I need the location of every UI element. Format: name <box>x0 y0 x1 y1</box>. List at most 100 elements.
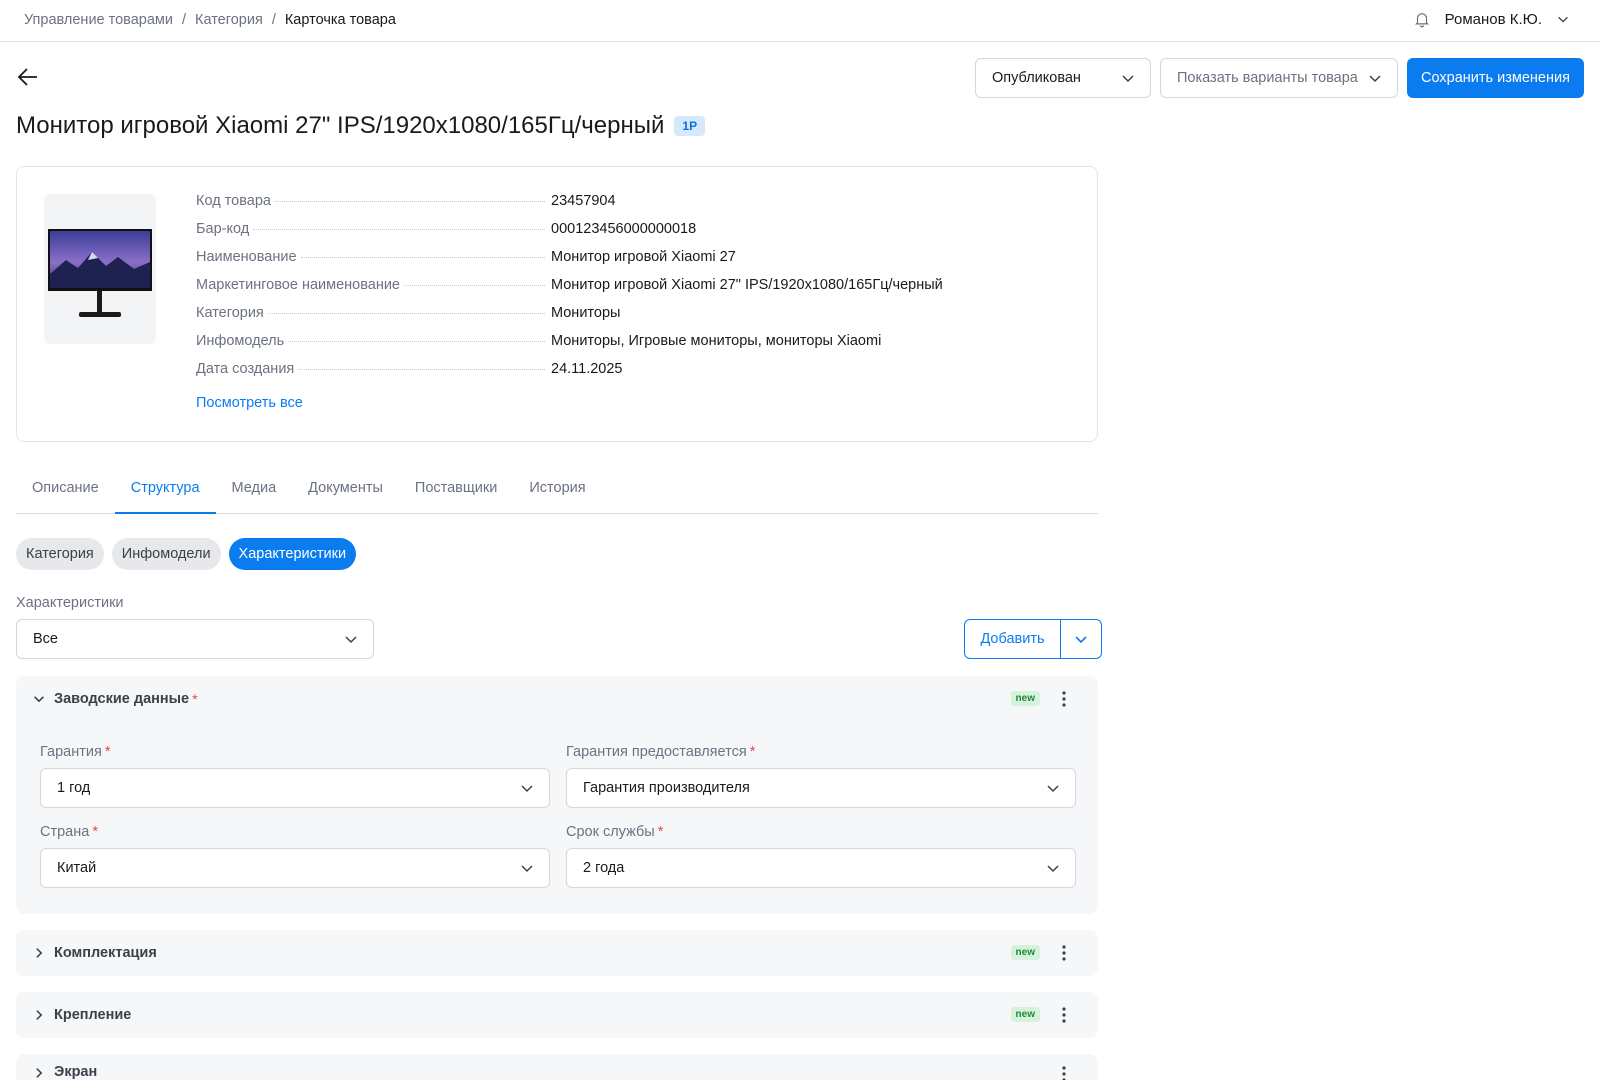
section-header[interactable]: Заводские данные * new <box>16 676 1098 722</box>
characteristics-filter-value: Все <box>33 631 58 647</box>
variants-select-label: Показать варианты товара <box>1177 70 1358 86</box>
country-select[interactable]: Китай <box>40 848 550 888</box>
new-badge: new <box>1010 691 1040 706</box>
section-factory-data: Заводские данные * new Гарантия * 1 год Га… <box>16 676 1098 914</box>
product-image <box>44 194 156 344</box>
tab-structure[interactable]: Структура <box>114 474 216 514</box>
add-button[interactable]: Добавить <box>965 620 1061 658</box>
info-row-created-date: Дата создания 24.11.2025 <box>196 361 1096 389</box>
tab-documents[interactable]: Документы <box>292 474 399 514</box>
new-badge: new <box>1010 945 1040 960</box>
section-header[interactable]: Комплектация new <box>16 930 1098 976</box>
info-row-infomodel: Инфомодель Мониторы, Игровые мониторы, м… <box>196 333 1096 361</box>
section-header[interactable]: Экран <box>16 1054 1098 1080</box>
view-all-link[interactable]: Посмотреть все <box>196 395 303 411</box>
tab-suppliers[interactable]: Поставщики <box>399 474 513 514</box>
product-info-card: Код товара 23457904 Бар-код 000123456000… <box>16 166 1098 442</box>
section-mounting: Крепление new <box>16 992 1098 1038</box>
save-button[interactable]: Сохранить изменения <box>1407 58 1584 98</box>
section-title: Комплектация <box>54 945 157 961</box>
info-row-marketing-name: Маркетинговое наименование Монитор игров… <box>196 277 1096 305</box>
page-title: Монитор игровой Xiaomi 27" IPS/1920x1080… <box>16 112 665 139</box>
service-life-value: 2 года <box>583 860 625 876</box>
info-row-barcode: Бар-код 000123456000000018 <box>196 221 1096 249</box>
chevron-down-icon <box>521 785 533 793</box>
breadcrumb-separator: / <box>181 12 187 28</box>
status-select-value: Опубликован <box>992 70 1081 86</box>
chevron-down-icon[interactable] <box>1556 12 1570 26</box>
breadcrumb: Управление товарами / Категория / Карточ… <box>24 12 396 28</box>
info-value: 23457904 <box>551 193 616 209</box>
info-key: Дата создания <box>196 361 299 377</box>
section-package-contents: Комплектация new <box>16 930 1098 976</box>
product-type-badge: 1P <box>674 116 706 136</box>
section-title: Заводские данные <box>54 691 190 707</box>
info-key: Код товара <box>196 193 275 209</box>
warranty-provider-select[interactable]: Гарантия производителя <box>566 768 1076 808</box>
field-label-warranty: Гарантия * <box>40 744 111 760</box>
page-title-area: Монитор игровой Xiaomi 27" IPS/1920x1080… <box>16 112 706 140</box>
pill-characteristics[interactable]: Характеристики <box>228 538 357 570</box>
chevron-right-icon <box>36 948 43 958</box>
breadcrumb-separator: / <box>271 12 276 28</box>
characteristics-filter-select[interactable]: Все <box>16 619 374 659</box>
bell-icon[interactable] <box>1413 10 1431 28</box>
chevron-down-icon <box>345 636 357 644</box>
tab-bar: Описание Структура Медиа Документы Поста… <box>16 474 1098 514</box>
info-key: Инфомодель <box>196 333 289 349</box>
status-select[interactable]: Опубликован <box>975 58 1151 98</box>
section-header[interactable]: Крепление new <box>16 992 1098 1038</box>
add-split-button: Добавить <box>964 619 1102 659</box>
more-vertical-icon[interactable] <box>1054 689 1074 709</box>
chevron-down-icon <box>1369 75 1381 83</box>
chevron-right-icon <box>36 1010 43 1020</box>
chevron-down-icon <box>1075 636 1087 644</box>
breadcrumb-item-products[interactable]: Управление товарами <box>24 12 173 28</box>
tab-description[interactable]: Описание <box>16 474 115 514</box>
chevron-down-icon <box>1047 865 1059 873</box>
breadcrumb-item-category[interactable]: Категория <box>195 12 263 28</box>
pill-infomodels[interactable]: Инфомодели <box>111 538 221 570</box>
info-value: Мониторы, Игровые мониторы, мониторы Xia… <box>551 333 882 349</box>
more-vertical-icon[interactable] <box>1054 1064 1074 1080</box>
product-info-list: Код товара 23457904 Бар-код 000123456000… <box>196 193 1096 389</box>
structure-filter-pills: Категория Инфомодели Характеристики <box>16 538 357 570</box>
section-screen: Экран <box>16 1054 1098 1080</box>
section-title: Экран <box>54 1064 98 1080</box>
info-row-code: Код товара 23457904 <box>196 193 1096 221</box>
section-title: Крепление <box>54 1007 132 1023</box>
chevron-right-icon <box>36 1068 43 1078</box>
chevron-down-icon <box>1047 785 1059 793</box>
tab-media[interactable]: Медиа <box>216 474 293 514</box>
user-area: Романов К.Ю. <box>1413 10 1570 28</box>
info-value: 000123456000000018 <box>551 221 697 237</box>
chevron-down-icon <box>521 865 533 873</box>
country-value: Китай <box>57 860 97 876</box>
field-label-country: Страна * <box>40 824 98 840</box>
breadcrumb-item-current: Карточка товара <box>284 12 396 28</box>
pill-category[interactable]: Категория <box>16 538 104 570</box>
tab-history[interactable]: История <box>513 474 601 514</box>
field-label-warranty-provider: Гарантия предоставляется * <box>566 744 756 760</box>
info-row-name: Наименование Монитор игровой Xiaomi 27 <box>196 249 1096 277</box>
add-dropdown-toggle[interactable] <box>1061 620 1101 658</box>
field-label-service-life: Срок службы * <box>566 824 664 840</box>
variants-select[interactable]: Показать варианты товара <box>1160 58 1398 98</box>
info-key: Наименование <box>196 249 301 265</box>
info-value: Монитор игровой Xiaomi 27" IPS/1920x1080… <box>551 277 943 293</box>
more-vertical-icon[interactable] <box>1054 1005 1074 1025</box>
back-arrow-icon[interactable] <box>16 66 40 88</box>
characteristics-filter-label: Характеристики <box>16 595 124 611</box>
top-bar: Управление товарами / Категория / Карточ… <box>0 0 1600 42</box>
service-life-select[interactable]: 2 года <box>566 848 1076 888</box>
required-mark: * <box>192 691 198 707</box>
user-name[interactable]: Романов К.Ю. <box>1445 11 1542 28</box>
info-key: Маркетинговое наименование <box>196 277 404 293</box>
more-vertical-icon[interactable] <box>1054 943 1074 963</box>
info-key: Категория <box>196 305 268 321</box>
warranty-select[interactable]: 1 год <box>40 768 550 808</box>
chevron-down-icon <box>1122 75 1134 83</box>
info-value: Мониторы <box>551 305 621 321</box>
new-badge: new <box>1010 1007 1040 1022</box>
warranty-value: 1 год <box>57 780 91 796</box>
